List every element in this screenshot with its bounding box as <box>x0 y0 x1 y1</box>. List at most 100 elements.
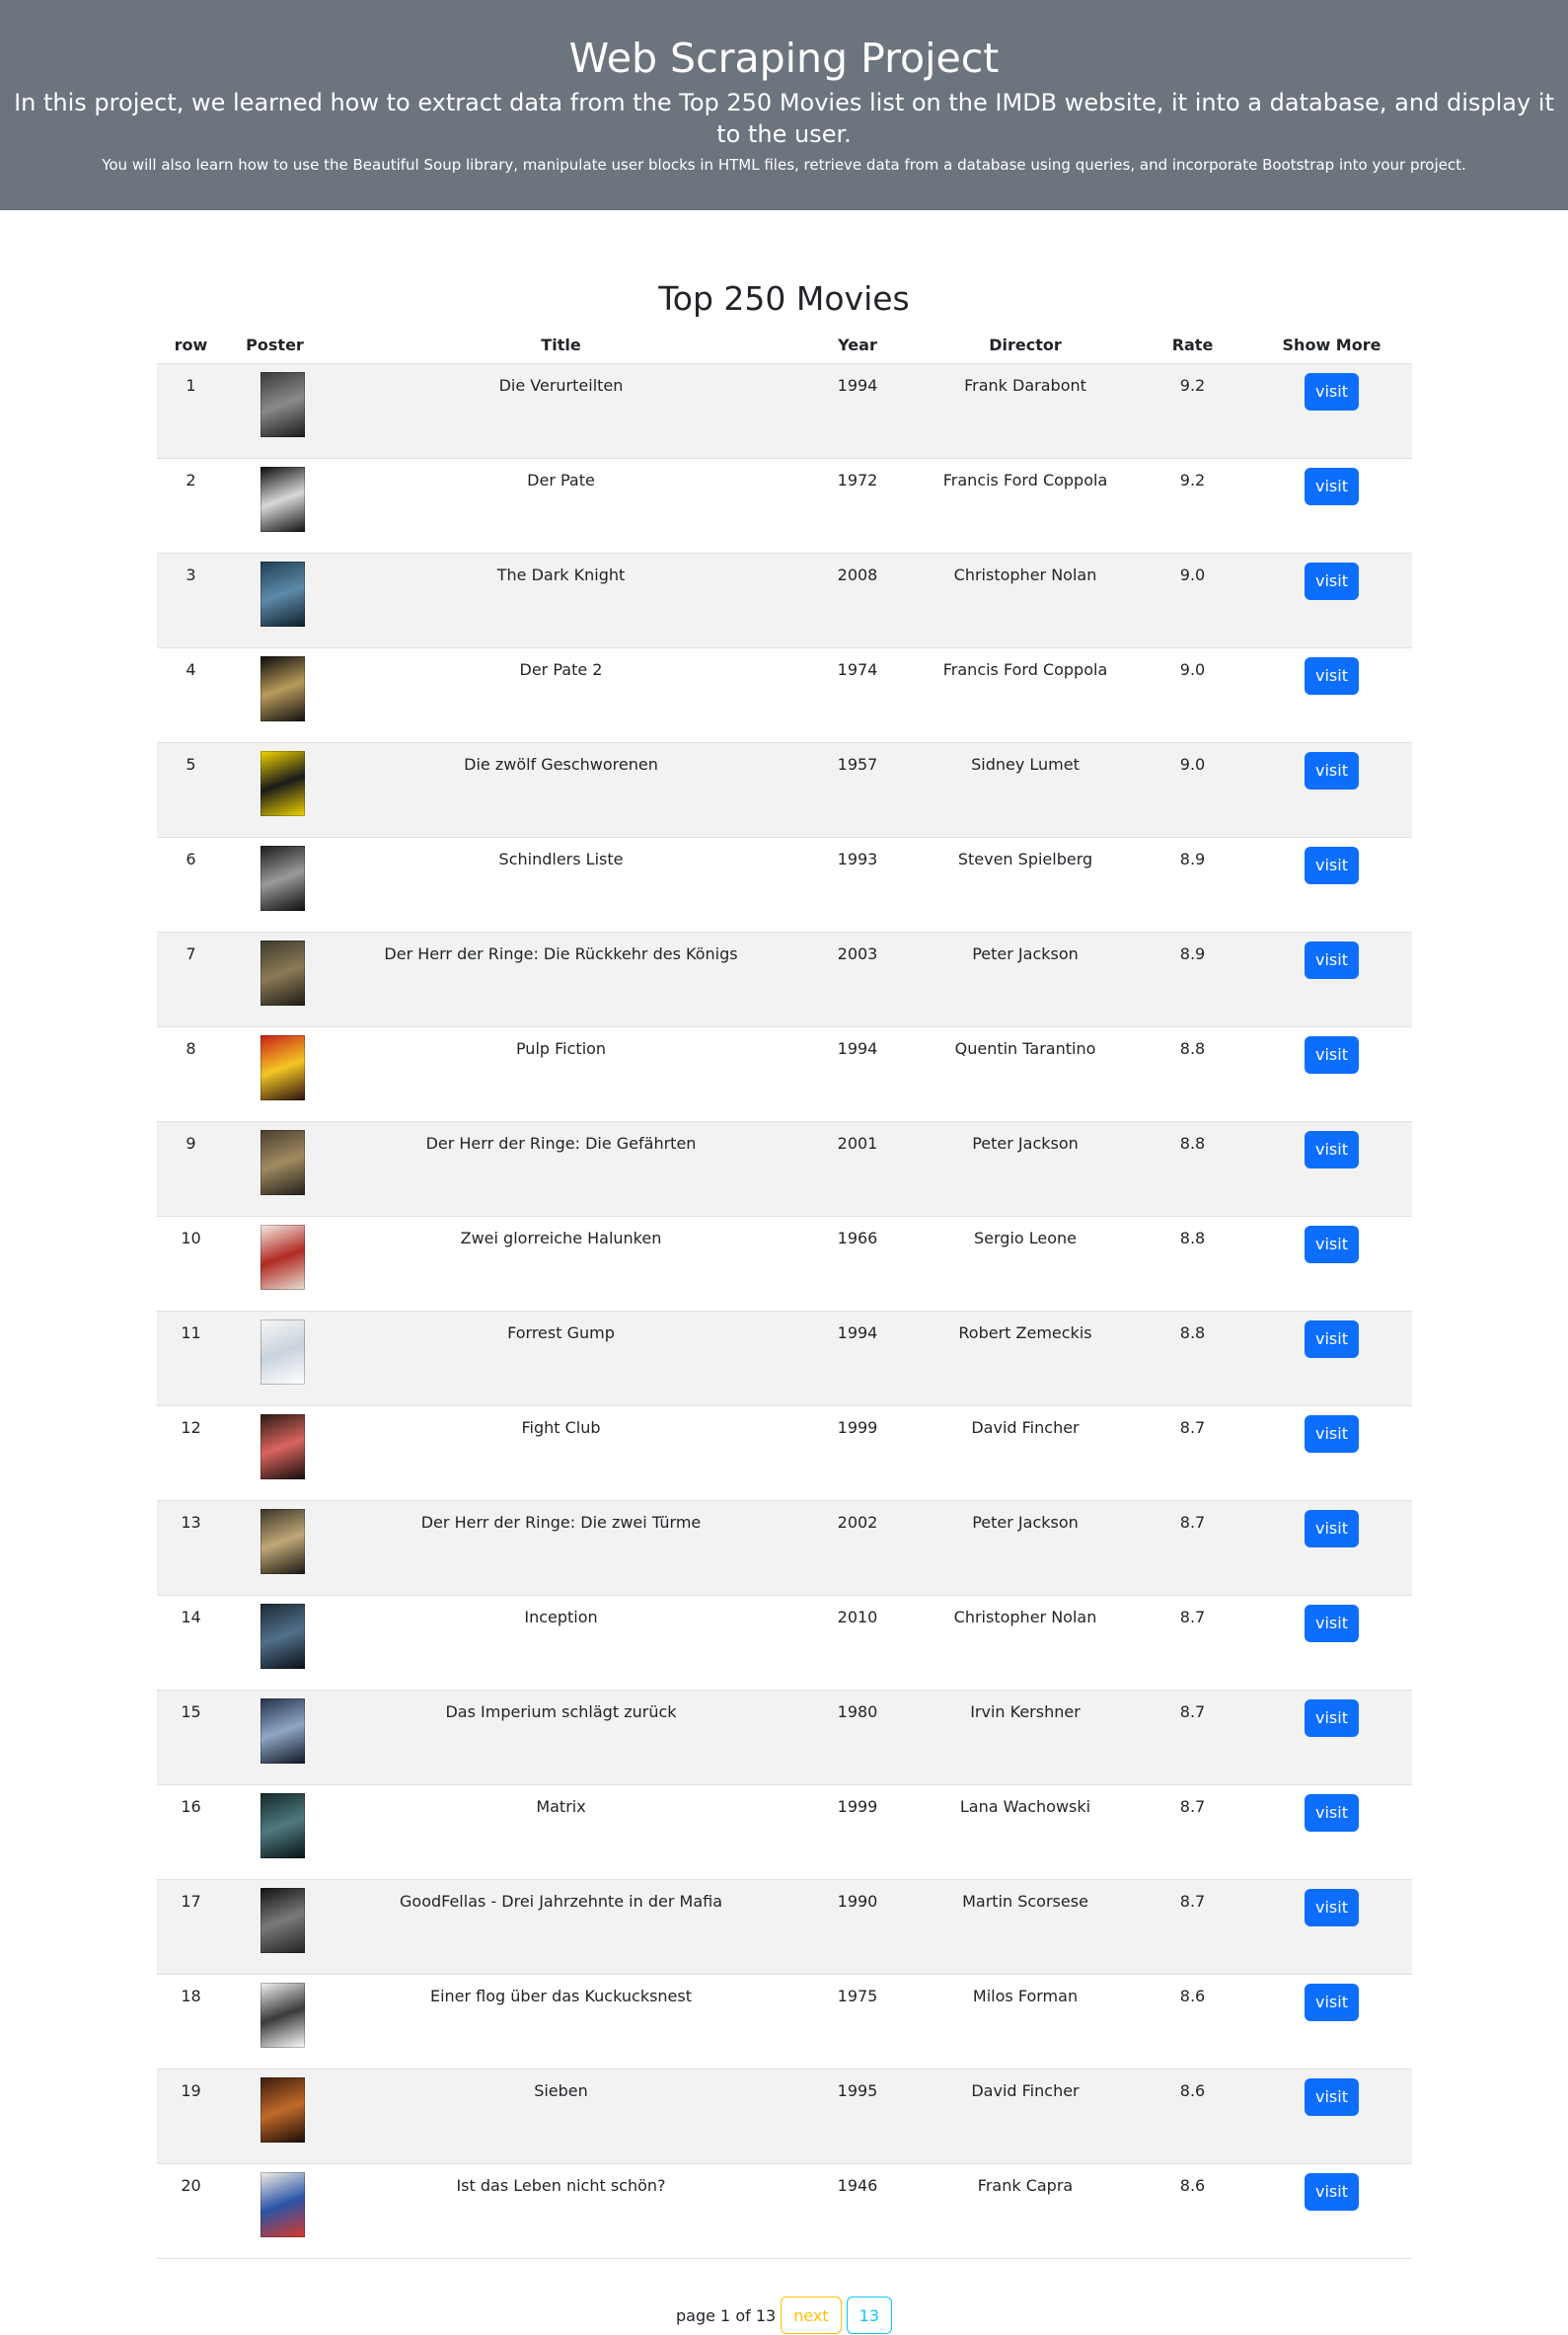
movie-rate: 8.7 <box>1133 1879 1252 1975</box>
row-number: 3 <box>156 553 226 648</box>
movie-year: 2001 <box>797 1121 918 1217</box>
visit-button[interactable]: visit <box>1305 1226 1359 1263</box>
row-number: 18 <box>156 1974 226 2070</box>
poster-cell <box>225 2163 325 2259</box>
movie-year: 1995 <box>797 2069 918 2164</box>
movie-director: Frank Darabont <box>917 363 1134 459</box>
visit-button[interactable]: visit <box>1305 1510 1359 1547</box>
row-number: 15 <box>156 1690 226 1785</box>
visit-button[interactable]: visit <box>1305 1699 1359 1737</box>
movie-title: Pulp Fiction <box>324 1026 798 1122</box>
show-more-cell: visit <box>1251 647 1412 743</box>
table-row: 5 Die zwölf Geschworenen 1957 Sidney Lumet 9… <box>156 742 1412 838</box>
show-more-cell: visit <box>1251 1026 1412 1122</box>
movie-year: 1990 <box>797 1879 918 1975</box>
row-number: 6 <box>156 837 226 933</box>
poster-cell <box>225 2069 325 2164</box>
movie-title: Der Herr der Ringe: Die Rückkehr des Kön… <box>324 932 798 1027</box>
movie-poster <box>260 2172 305 2237</box>
show-more-cell: visit <box>1251 1311 1412 1406</box>
show-more-cell: visit <box>1251 553 1412 648</box>
movie-year: 1957 <box>797 742 918 838</box>
show-more-cell: visit <box>1251 1784 1412 1880</box>
visit-button[interactable]: visit <box>1305 752 1359 790</box>
table-row: 12 Fight Club 1999 David Fincher 8.7 visit <box>156 1405 1412 1501</box>
show-more-cell: visit <box>1251 1690 1412 1785</box>
poster-cell <box>225 837 325 933</box>
visit-button[interactable]: visit <box>1305 1889 1359 1926</box>
movie-year: 2003 <box>797 932 918 1027</box>
page-status: page 1 of 13 <box>676 2305 777 2325</box>
row-number: 2 <box>156 458 226 554</box>
movie-year: 1974 <box>797 647 918 743</box>
table-row: 13 Der Herr der Ringe: Die zwei Türme 2002… <box>156 1500 1412 1596</box>
visit-button[interactable]: visit <box>1305 1794 1359 1832</box>
movie-rate: 8.6 <box>1133 2069 1252 2164</box>
movie-poster <box>260 751 305 816</box>
visit-button[interactable]: visit <box>1305 468 1359 505</box>
show-more-cell: visit <box>1251 1974 1412 2070</box>
show-more-cell: visit <box>1251 458 1412 554</box>
visit-button[interactable]: visit <box>1305 1605 1359 1642</box>
movie-rate: 8.7 <box>1133 1405 1252 1501</box>
movie-year: 1993 <box>797 837 918 933</box>
row-number: 14 <box>156 1595 226 1691</box>
movie-director: David Fincher <box>917 1405 1134 1501</box>
movie-year: 1999 <box>797 1405 918 1501</box>
poster-cell <box>225 458 325 554</box>
visit-button[interactable]: visit <box>1305 1415 1359 1453</box>
table-row: 17 GoodFellas - Drei Jahrzehnte in der Ma… <box>156 1879 1412 1975</box>
movie-year: 1999 <box>797 1784 918 1880</box>
poster-cell <box>225 1690 325 1785</box>
visit-button[interactable]: visit <box>1305 1984 1359 2021</box>
movie-year: 1975 <box>797 1974 918 2070</box>
table-row: 18 Einer flog über das Kuckucksnest 1975 Mi… <box>156 1974 1412 2070</box>
show-more-cell: visit <box>1251 1595 1412 1691</box>
visit-button[interactable]: visit <box>1305 847 1359 884</box>
col-header-title: Title <box>324 326 798 364</box>
visit-button[interactable]: visit <box>1305 563 1359 600</box>
movie-director: Francis Ford Coppola <box>917 458 1134 554</box>
row-number: 4 <box>156 647 226 743</box>
poster-cell <box>225 647 325 743</box>
movie-poster <box>260 1888 305 1953</box>
show-more-cell: visit <box>1251 1500 1412 1596</box>
movie-year: 1946 <box>797 2163 918 2259</box>
header-subtitle: You will also learn how to use the Beaut… <box>102 156 1466 174</box>
show-more-cell: visit <box>1251 932 1412 1027</box>
visit-button[interactable]: visit <box>1305 2173 1359 2211</box>
table-row: 19 Sieben 1995 David Fincher 8.6 visit <box>156 2069 1412 2164</box>
movie-rate: 8.8 <box>1133 1311 1252 1406</box>
visit-button[interactable]: visit <box>1305 942 1359 979</box>
movie-title: Das Imperium schlägt zurück <box>324 1690 798 1785</box>
movie-title: Inception <box>324 1595 798 1691</box>
row-number: 9 <box>156 1121 226 1217</box>
next-page-button[interactable]: next <box>781 2297 842 2334</box>
table-title: Top 250 Movies <box>658 279 910 318</box>
last-page-button[interactable]: 13 <box>846 2297 892 2334</box>
movie-rate: 9.2 <box>1133 458 1252 554</box>
visit-button[interactable]: visit <box>1305 2078 1359 2116</box>
visit-button[interactable]: visit <box>1305 1320 1359 1358</box>
movie-rate: 8.6 <box>1133 2163 1252 2259</box>
visit-button[interactable]: visit <box>1305 1036 1359 1074</box>
col-header-poster: Poster <box>225 326 325 364</box>
poster-cell <box>225 363 325 459</box>
table-header: row Poster Title Year Director Rate Show… <box>156 326 1412 364</box>
movie-poster <box>260 1983 305 2048</box>
movie-title: GoodFellas - Drei Jahrzehnte in der Mafi… <box>324 1879 798 1975</box>
visit-button[interactable]: visit <box>1305 657 1359 695</box>
movie-poster <box>260 2077 305 2143</box>
visit-button[interactable]: visit <box>1305 1131 1359 1168</box>
movie-director: Francis Ford Coppola <box>917 647 1134 743</box>
visit-button[interactable]: visit <box>1305 373 1359 411</box>
table-row: 4 Der Pate 2 1974 Francis Ford Coppola 9.0 vi… <box>156 647 1412 743</box>
show-more-cell: visit <box>1251 837 1412 933</box>
movie-rate: 8.9 <box>1133 932 1252 1027</box>
main-content: Top 250 Movies row Poster Title Year Dir… <box>156 276 1412 2334</box>
movie-director: Martin Scorsese <box>917 1879 1134 1975</box>
movie-year: 2010 <box>797 1595 918 1691</box>
movie-poster <box>260 562 305 627</box>
poster-cell <box>225 1500 325 1596</box>
movie-title: Matrix <box>324 1784 798 1880</box>
